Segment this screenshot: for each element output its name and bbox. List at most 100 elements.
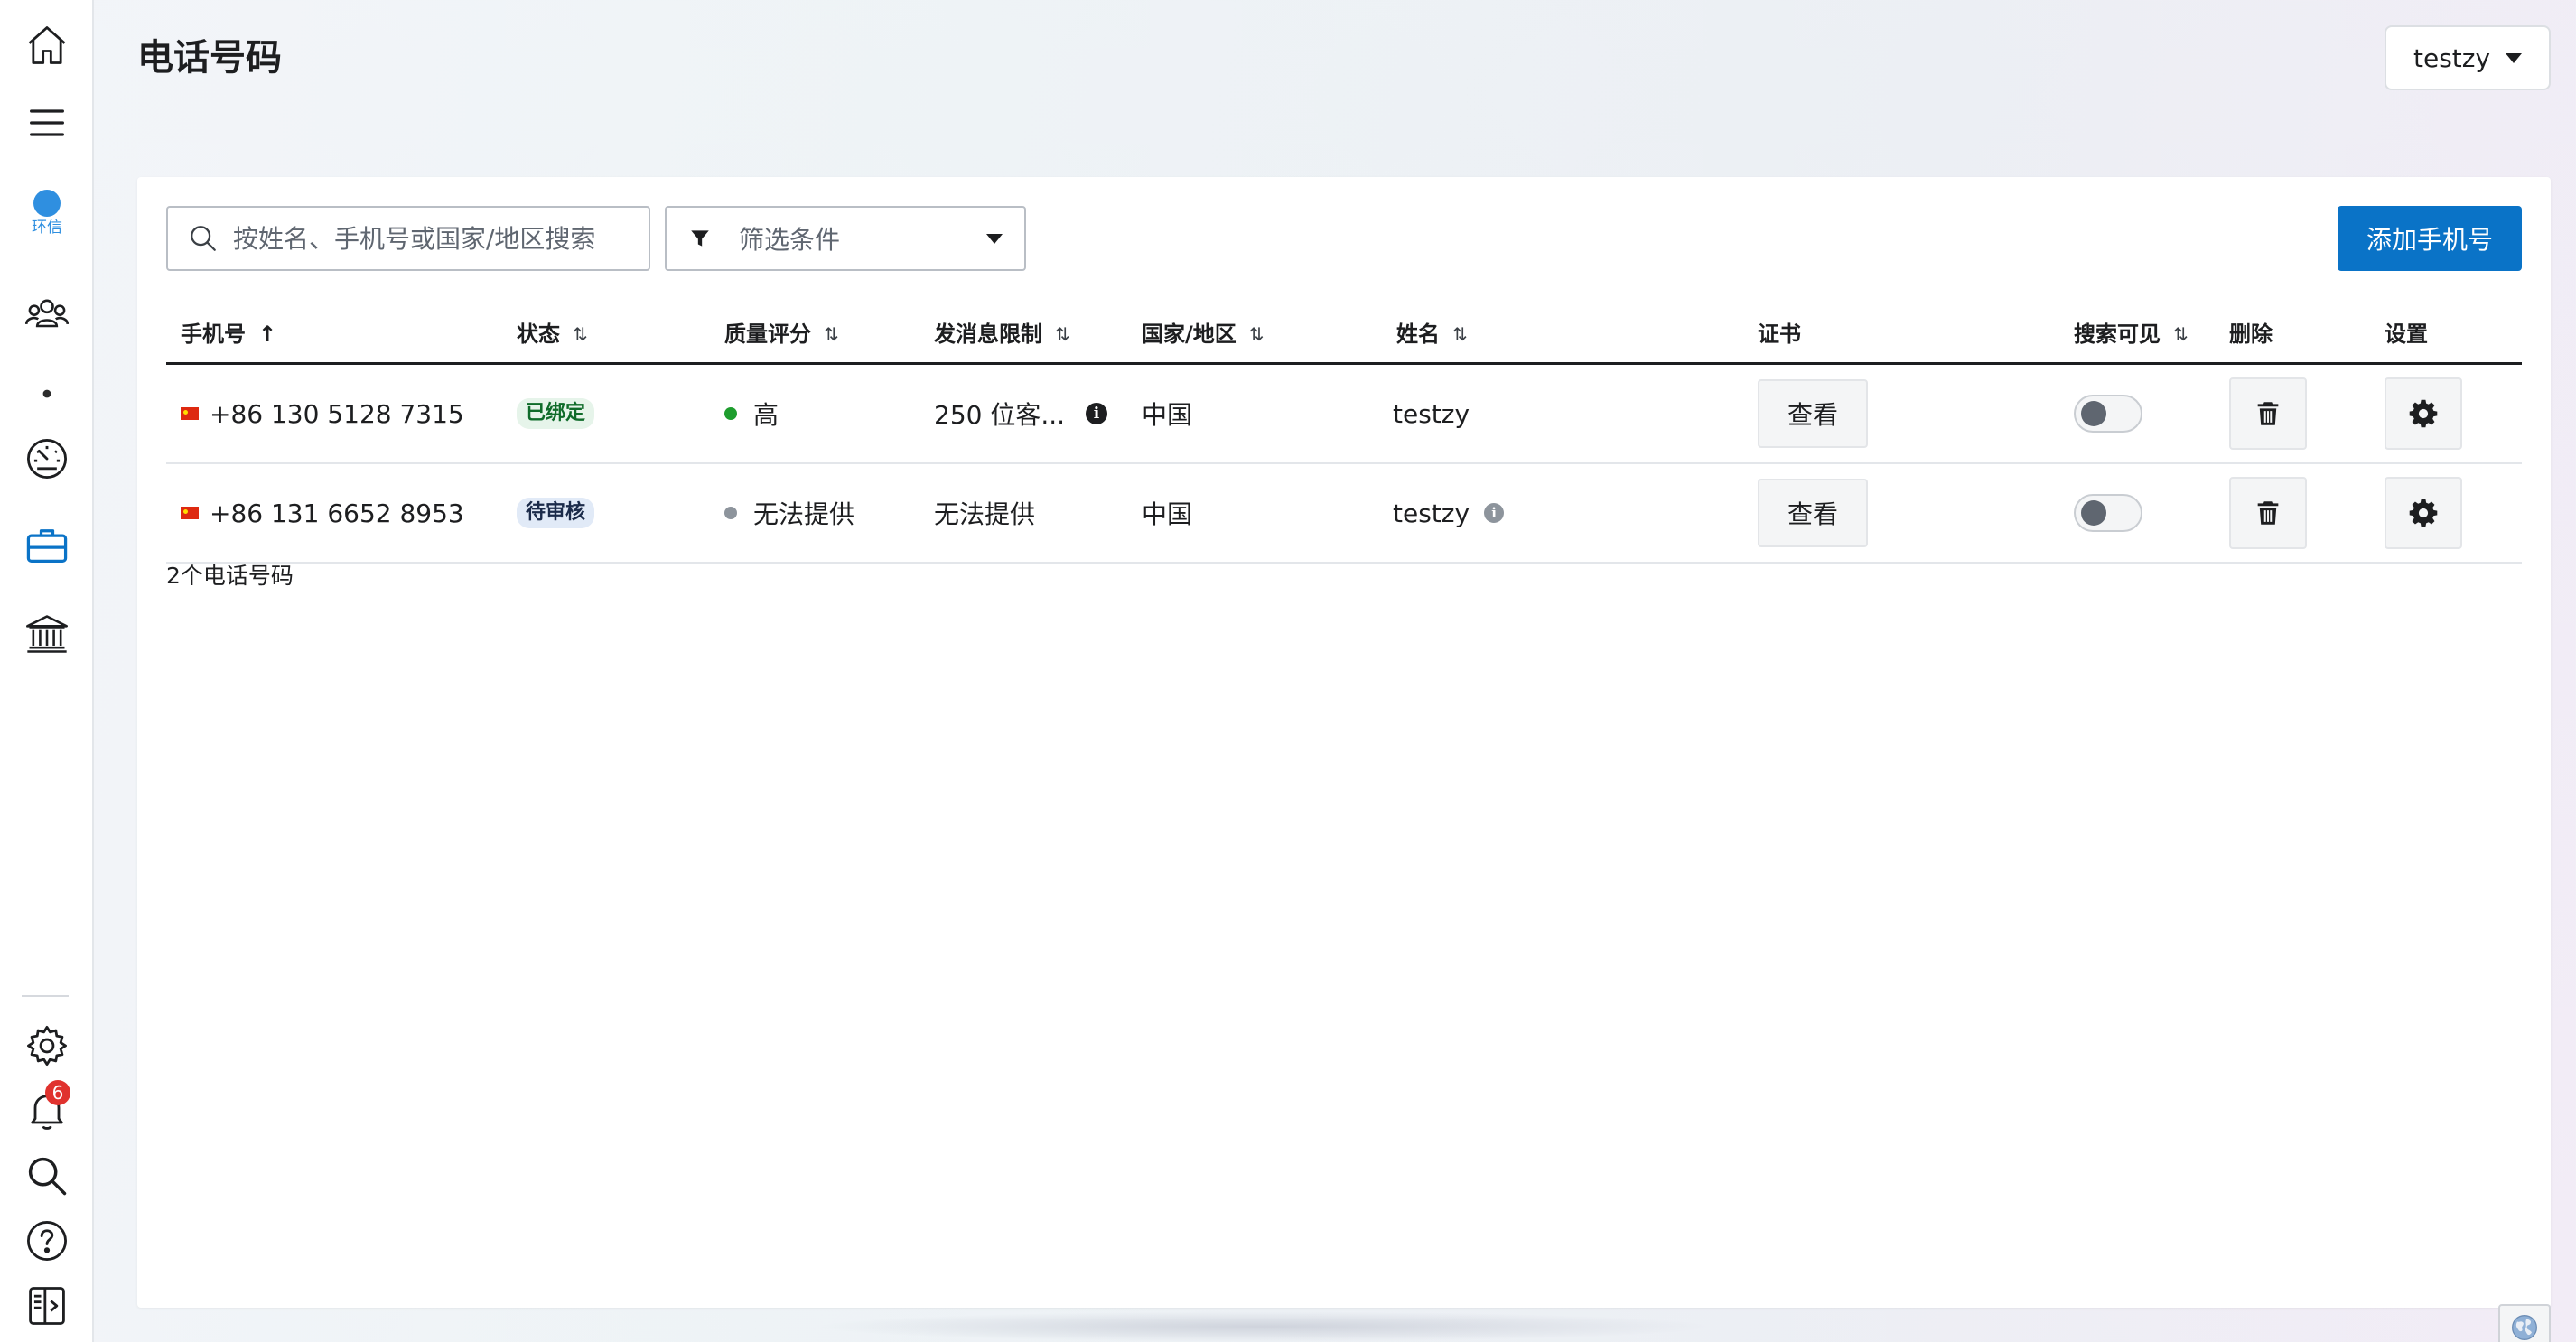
column-delete-label: 删除 [2229, 322, 2273, 347]
column-name[interactable]: 姓名 ⇅ [1396, 303, 1468, 365]
column-limit-label: 发消息限制 [934, 322, 1042, 347]
users-icon[interactable] [20, 287, 74, 341]
notification-badge: 6 [45, 1080, 70, 1105]
panel-icon[interactable] [20, 1279, 74, 1333]
settings-cell [2385, 365, 2462, 462]
account-dropdown[interactable]: testzy [2385, 25, 2551, 90]
view-cert-button[interactable]: 查看 [1758, 379, 1868, 448]
toggle-knob [2081, 500, 2106, 526]
quality-cell: 无法提供 [724, 464, 854, 562]
country-cell: 中国 [1142, 365, 1192, 462]
menu-icon[interactable] [20, 96, 74, 150]
quality-unavailable-dot-icon [724, 507, 737, 519]
cert-cell: 查看 [1758, 464, 1868, 562]
column-searchable-label: 搜索可见 [2074, 322, 2161, 347]
phone-cell: +86 130 5128 7315 [181, 365, 464, 462]
search-icon[interactable] [20, 1149, 74, 1203]
quality-value: 高 [753, 400, 779, 430]
sort-icon: ⇅ [573, 323, 588, 345]
brand-mark-icon [33, 190, 61, 217]
phone-number: +86 131 6652 8953 [210, 498, 464, 528]
column-cert-label: 证书 [1758, 322, 1801, 347]
search-icon [191, 226, 216, 251]
column-country[interactable]: 国家/地区 ⇅ [1142, 303, 1265, 365]
country-value: 中国 [1142, 400, 1193, 430]
sort-icon: ⇅ [1452, 323, 1468, 345]
sidebar: 环信 6 [0, 0, 94, 1342]
status-cell: 已绑定 [517, 365, 595, 462]
phone-numbers-panel: 筛选条件 添加手机号 手机号 ↑ 状态 ⇅ 质量评分 ⇅ 发消息限制 ⇅ 国家/… [137, 177, 2551, 1308]
globe-icon [2512, 1315, 2537, 1340]
filter-icon [691, 230, 709, 247]
delete-button[interactable] [2229, 477, 2307, 549]
limit-cell: 无法提供 [934, 464, 1035, 562]
caret-down-icon [986, 233, 1003, 244]
table-header: 手机号 ↑ 状态 ⇅ 质量评分 ⇅ 发消息限制 ⇅ 国家/地区 ⇅ 姓名 ⇅ 证… [166, 303, 2522, 365]
column-phone[interactable]: 手机号 ↑ [181, 303, 276, 365]
add-phone-button[interactable]: 添加手机号 [2338, 206, 2522, 271]
sort-icon: ⇅ [1248, 323, 1265, 345]
column-searchable[interactable]: 搜索可见 ⇅ [2074, 303, 2189, 365]
searchable-cell [2074, 365, 2142, 462]
home-icon[interactable] [20, 18, 74, 72]
column-quality-label: 质量评分 [724, 322, 811, 347]
help-icon[interactable] [20, 1214, 74, 1268]
column-settings: 设置 [2385, 303, 2428, 365]
china-flag-icon [181, 407, 199, 420]
column-status-label: 状态 [517, 322, 560, 347]
quality-cell: 高 [724, 365, 779, 462]
brand-text: 环信 [32, 219, 62, 237]
trash-icon [2257, 501, 2279, 525]
filter-dropdown[interactable]: 筛选条件 [665, 206, 1026, 271]
phone-number: +86 130 5128 7315 [210, 398, 464, 429]
column-limit[interactable]: 发消息限制 ⇅ [934, 303, 1070, 365]
country-cell: 中国 [1142, 464, 1192, 562]
bank-icon[interactable] [20, 607, 74, 661]
gear-icon[interactable] [20, 1019, 74, 1073]
bottom-shadow [813, 1311, 1716, 1342]
gear-icon [2409, 399, 2438, 428]
delete-button[interactable] [2229, 377, 2307, 450]
limit-value: 无法提供 [934, 499, 1036, 529]
language-button[interactable] [2498, 1304, 2551, 1342]
cert-cell: 查看 [1758, 365, 1868, 462]
table-count: 2个电话号码 [166, 563, 294, 589]
search-field[interactable] [166, 206, 650, 271]
sort-icon: ⇅ [824, 323, 839, 345]
info-icon[interactable]: i [1086, 403, 1107, 424]
sort-icon: ⇅ [1055, 323, 1070, 345]
sort-icon: ⇅ [2173, 323, 2189, 345]
status-badge: 已绑定 [517, 398, 595, 429]
delete-cell [2229, 365, 2307, 462]
column-name-label: 姓名 [1396, 322, 1440, 347]
delete-cell [2229, 464, 2307, 562]
quality-high-dot-icon [724, 407, 737, 420]
view-cert-button[interactable]: 查看 [1758, 479, 1868, 547]
search-input[interactable] [231, 222, 629, 255]
trash-icon [2257, 402, 2279, 425]
quality-value: 无法提供 [753, 499, 855, 529]
account-name: testzy [2413, 42, 2491, 73]
separator-dot [42, 389, 51, 398]
column-settings-label: 设置 [2385, 322, 2428, 347]
gauge-icon[interactable] [20, 432, 74, 486]
table-row: +86 130 5128 7315 已绑定 高 250 位客... i 中国 t… [166, 365, 2522, 464]
settings-cell [2385, 464, 2462, 562]
searchable-toggle[interactable] [2074, 395, 2142, 433]
info-icon[interactable]: i [1484, 503, 1505, 523]
name-value: testzy [1393, 498, 1470, 528]
sidebar-divider [22, 995, 69, 997]
brand-logo[interactable]: 环信 [16, 190, 78, 237]
row-settings-button[interactable] [2385, 477, 2462, 549]
row-settings-button[interactable] [2385, 377, 2462, 450]
sort-asc-icon: ↑ [258, 322, 277, 347]
briefcase-icon[interactable] [20, 518, 74, 573]
column-status[interactable]: 状态 ⇅ [517, 303, 588, 365]
gear-icon [2409, 499, 2438, 527]
limit-cell: 250 位客... i [934, 365, 1107, 462]
limit-value: 250 位客... [934, 400, 1066, 430]
column-quality[interactable]: 质量评分 ⇅ [724, 303, 839, 365]
name-cell: testzy i [1393, 464, 1505, 562]
filter-label: 筛选条件 [739, 225, 841, 255]
searchable-toggle[interactable] [2074, 494, 2142, 532]
